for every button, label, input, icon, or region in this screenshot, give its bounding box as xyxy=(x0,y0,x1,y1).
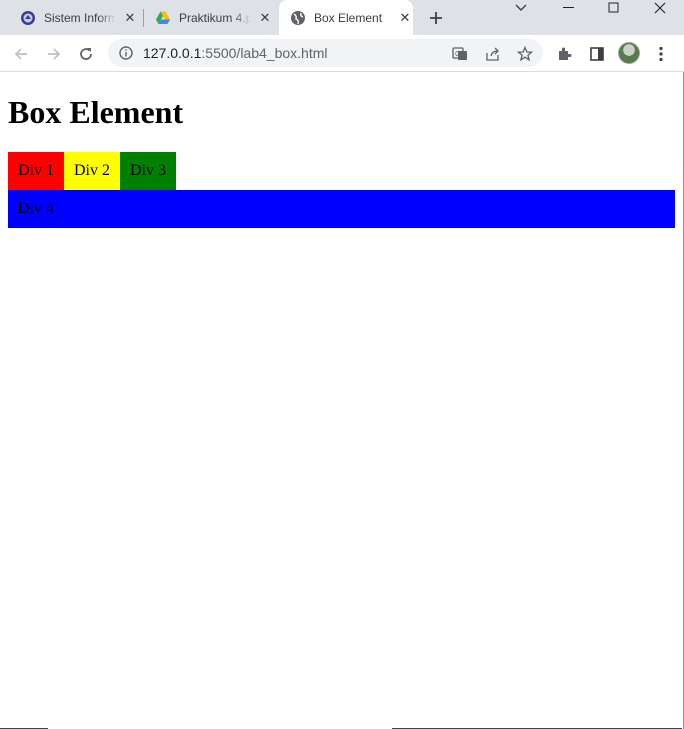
reload-icon xyxy=(80,48,92,60)
arrow-right-icon xyxy=(48,48,61,60)
div-1-box: Div 1 xyxy=(8,152,64,190)
arrow-left-icon xyxy=(14,48,27,60)
url-host: 127.0.0.1 xyxy=(143,45,202,61)
address-bar[interactable]: 127.0.0.1:5500/lab4_box.html G xyxy=(108,39,543,67)
new-tab-button[interactable] xyxy=(426,8,446,28)
url-text: 127.0.0.1:5500/lab4_box.html xyxy=(143,45,327,61)
page-title: Box Element xyxy=(8,94,184,130)
close-icon xyxy=(654,2,666,14)
tab-strip: Sistem Informasi ✕ Praktikum 4.pdf ✕ Box… xyxy=(0,0,684,35)
tab-praktikum[interactable]: Praktikum 4.pdf ✕ xyxy=(149,0,273,35)
reload-button[interactable] xyxy=(74,42,98,66)
plus-icon xyxy=(430,12,442,24)
close-tab-icon[interactable]: ✕ xyxy=(122,10,138,26)
tab-search-button[interactable] xyxy=(507,0,535,16)
tab-separator xyxy=(143,9,144,27)
tab-title: Sistem Informasi xyxy=(44,10,116,25)
tab-title: Praktikum 4.pdf xyxy=(179,10,251,25)
share-icon[interactable] xyxy=(484,45,502,63)
close-window-button[interactable] xyxy=(646,0,674,16)
inline-box-row: Div 1 Div 2 Div 3 xyxy=(8,152,176,190)
url-path: :5500/lab4_box.html xyxy=(201,45,328,61)
extensions-puzzle-icon[interactable] xyxy=(555,44,575,64)
tab-sistem-informasi[interactable]: Sistem Informasi ✕ xyxy=(14,0,138,35)
close-tab-icon[interactable]: ✕ xyxy=(397,10,413,26)
page-viewport: Box Element Div 1 Div 2 Div 3 Div 4 xyxy=(0,72,684,729)
translate-icon[interactable]: G xyxy=(451,45,469,63)
forward-button[interactable] xyxy=(42,42,66,66)
site-info-icon[interactable] xyxy=(118,45,134,61)
chevron-down-icon xyxy=(515,4,527,11)
bookmark-star-icon[interactable] xyxy=(516,45,534,63)
close-tab-icon[interactable]: ✕ xyxy=(257,10,273,26)
div-2-box: Div 2 xyxy=(64,152,120,190)
minimize-icon xyxy=(563,7,574,8)
back-button[interactable] xyxy=(9,42,33,66)
google-drive-icon xyxy=(155,10,171,26)
maximize-icon xyxy=(608,2,619,13)
more-menu-icon[interactable] xyxy=(651,44,671,64)
browser-toolbar: 127.0.0.1:5500/lab4_box.html G xyxy=(0,35,684,72)
svg-text:G: G xyxy=(455,51,460,58)
div-3-box: Div 3 xyxy=(120,152,176,190)
globe-icon xyxy=(290,10,306,26)
maximize-button[interactable] xyxy=(600,0,628,16)
side-panel-icon[interactable] xyxy=(587,44,607,64)
profile-avatar[interactable] xyxy=(618,42,640,64)
university-seal-icon xyxy=(20,10,36,26)
div-4-box: Div 4 xyxy=(8,190,675,228)
minimize-button[interactable] xyxy=(555,0,583,16)
tab-box-element[interactable]: Box Element ✕ xyxy=(279,0,413,35)
tab-title: Box Element xyxy=(314,10,383,25)
